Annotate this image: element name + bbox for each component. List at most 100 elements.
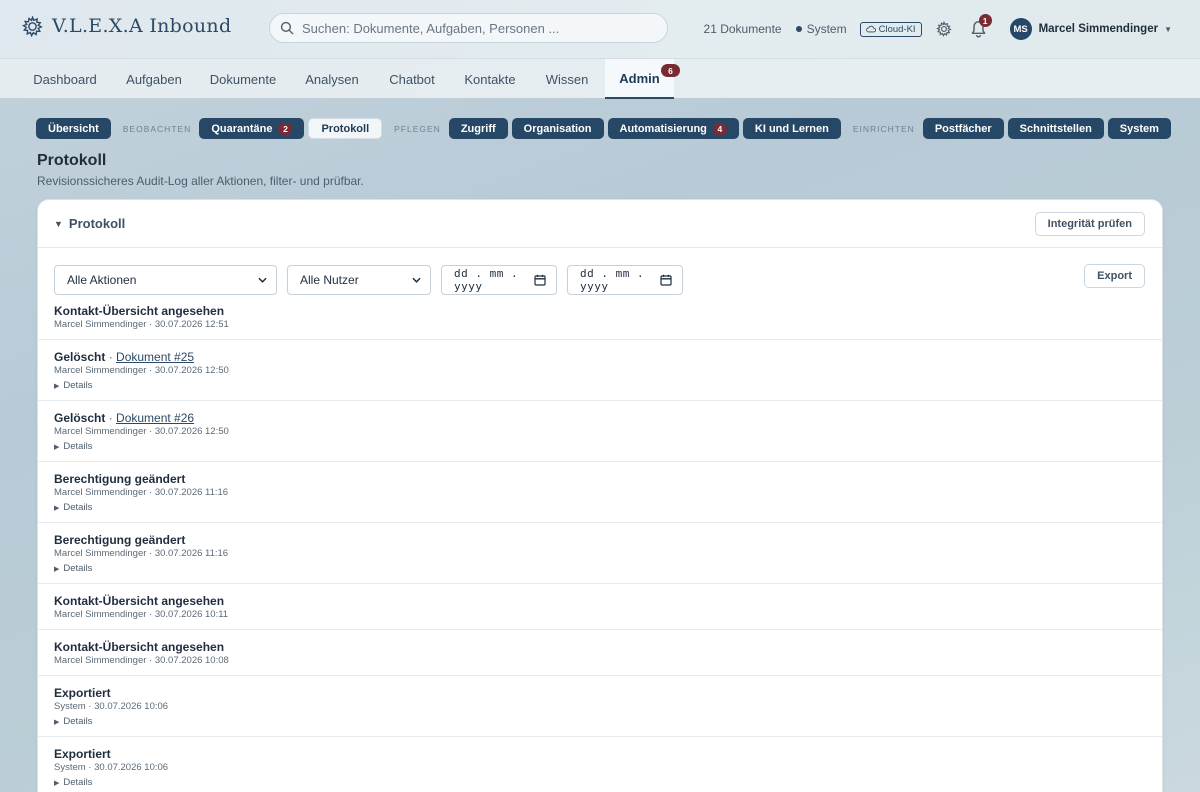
details-toggle[interactable]: ▶ Details [54,777,1146,788]
group-label-setup: EINRICHTEN [852,123,915,134]
subnav-label: Quarantäne [211,122,273,135]
cloud-ai-badge[interactable]: Cloud-KI [859,21,922,37]
log-entry: Exportiert System · 30.07.2026 10:06 ▶ Deta… [38,737,1162,792]
log-entry-title: Gelöscht · Dokument #26 [54,411,1146,425]
subnav-label: Automatisierung [619,122,707,135]
log-object-link[interactable]: Dokument #26 [116,411,194,425]
subnav-protocol[interactable]: Protokoll [308,118,383,139]
notifications-button[interactable]: 1 [970,14,992,38]
notifications-count-badge: 1 [978,14,992,27]
subnav-mailboxes[interactable]: Postfächer [922,118,1004,139]
expand-triangle-icon: ▶ [54,779,60,787]
tab-knowledge[interactable]: Wissen [534,59,600,99]
log-entry: Kontakt-Übersicht angesehen Marcel Simmen… [38,630,1162,676]
subnav-system[interactable]: System [1107,118,1171,139]
log-entry: Berechtigung geändert Marcel Simmendinger… [38,462,1162,523]
chevron-down-icon[interactable]: ▼ [1164,25,1172,34]
log-meta: Marcel Simmendinger · 30.07.2026 12:51 [54,319,229,330]
subnav-automation[interactable]: Automatisierung 4 [607,118,739,139]
admin-count-badge: 6 [661,64,680,77]
verify-integrity-button[interactable]: Integrität prüfen [1034,211,1145,236]
subnav-label: Zugriff [460,122,496,135]
audit-log-list: Kontakt-Übersicht angesehen Marcel Simmen… [38,300,1162,792]
tab-chatbot[interactable]: Chatbot [378,59,446,99]
log-entry-title: Kontakt-Übersicht angesehen [54,640,1146,654]
details-toggle[interactable]: ▶ Details [54,441,1146,452]
details-label: Details [63,716,93,727]
log-meta: Marcel Simmendinger · 30.07.2026 11:16 [54,548,229,559]
chevron-down-icon [412,277,421,283]
subnav-quarantine[interactable]: Quarantäne 2 [199,118,305,139]
tab-tasks[interactable]: Aufgaben [114,59,194,99]
tab-documents[interactable]: Dokumente [200,59,286,99]
system-status-label: System [806,22,847,36]
top-bar: V.L.E.X.A Inbound 21 Dokumente System Cl… [0,0,1200,58]
log-entry-title: Gelöscht · Dokument #25 [54,350,1146,364]
expand-triangle-icon: ▶ [54,565,60,573]
user-select[interactable]: Alle Nutzer [287,265,431,295]
collapse-triangle-icon[interactable]: ▼ [54,219,63,229]
brand[interactable]: V.L.E.X.A Inbound [22,15,231,37]
log-meta: Marcel Simmendinger · 30.07.2026 12:50 [54,426,229,437]
details-label: Details [63,380,93,391]
tab-contacts[interactable]: Kontakte [454,59,526,99]
separator-dot: · [105,350,117,364]
cloud-ai-label: Cloud-KI [878,23,916,35]
log-entry-title: Berechtigung geändert [54,472,1146,486]
subnav-label: KI und Lernen [754,122,829,135]
tab-label: Chatbot [389,71,435,87]
user-name[interactable]: Marcel Simmendinger [1039,23,1159,35]
log-action: Kontakt-Übersicht angesehen [54,640,225,654]
card-header[interactable]: ▼ Protokoll Integrität prüfen [38,200,1162,248]
brand-name: V.L.E.X.A Inbound [52,15,232,37]
avatar[interactable]: MS [1009,18,1032,40]
calendar-icon[interactable] [660,274,672,286]
details-label: Details [63,777,93,788]
details-label: Details [63,502,93,513]
log-meta: System · 30.07.2026 10:06 [54,762,169,773]
calendar-icon[interactable] [534,274,546,286]
subnav-ai-learning[interactable]: KI und Lernen [742,118,841,139]
search-input[interactable] [302,20,667,36]
tab-analyses[interactable]: Analysen [294,59,370,99]
log-meta: System · 30.07.2026 10:06 [54,701,169,712]
action-select[interactable]: Alle Aktionen [54,265,277,295]
subnav-organisation[interactable]: Organisation [511,118,604,139]
card-title: Protokoll [68,216,126,231]
details-toggle[interactable]: ▶ Details [54,502,1146,513]
tab-dashboard[interactable]: Dashboard [22,59,108,99]
group-label-maintain: PFLEGEN [394,123,441,134]
log-entry-title: Kontakt-Übersicht angesehen [54,594,1146,608]
log-meta: Marcel Simmendinger · 30.07.2026 12:50 [54,365,229,376]
subnav-access[interactable]: Zugriff [448,118,508,139]
tab-admin[interactable]: Admin 6 [605,59,680,99]
log-entry-title: Exportiert [54,686,1146,700]
subnav-label: Organisation [523,122,592,135]
date-from-value: dd . mm . yyyy [454,267,519,293]
details-toggle[interactable]: ▶ Details [54,380,1146,391]
date-to-input[interactable]: dd . mm . yyyy [567,265,683,295]
export-button[interactable]: Export [1084,264,1145,288]
admin-sub-navigation: Übersicht BEOBACHTEN Quarantäne 2 Protok… [36,118,1175,139]
log-object-link[interactable]: Dokument #25 [116,350,194,364]
chevron-down-icon [258,277,267,283]
tab-label: Admin [619,70,660,86]
log-action: Gelöscht [54,411,106,425]
tab-label: Dashboard [33,71,97,87]
page-title: Protokoll [37,152,107,169]
date-from-input[interactable]: dd . mm . yyyy [441,265,557,295]
settings-gear-icon[interactable] [935,21,952,37]
expand-triangle-icon: ▶ [54,718,60,726]
header-right: 21 Dokumente System Cloud-KI 1 MS Marcel [704,14,1172,43]
system-status: System [795,22,847,36]
log-entry: Kontakt-Übersicht angesehen Marcel Simmen… [38,300,1162,340]
log-action: Exportiert [54,747,111,761]
subnav-overview[interactable]: Übersicht [36,118,111,139]
details-toggle[interactable]: ▶ Details [54,563,1146,574]
details-toggle[interactable]: ▶ Details [54,716,1146,727]
subnav-interfaces[interactable]: Schnittstellen [1007,118,1104,139]
log-entry-title: Kontakt-Übersicht angesehen [54,304,1146,318]
log-meta: Marcel Simmendinger · 30.07.2026 11:16 [54,487,229,498]
page-subtitle: Revisionssicheres Audit-Log aller Aktion… [37,174,364,188]
search-box[interactable] [269,13,668,43]
